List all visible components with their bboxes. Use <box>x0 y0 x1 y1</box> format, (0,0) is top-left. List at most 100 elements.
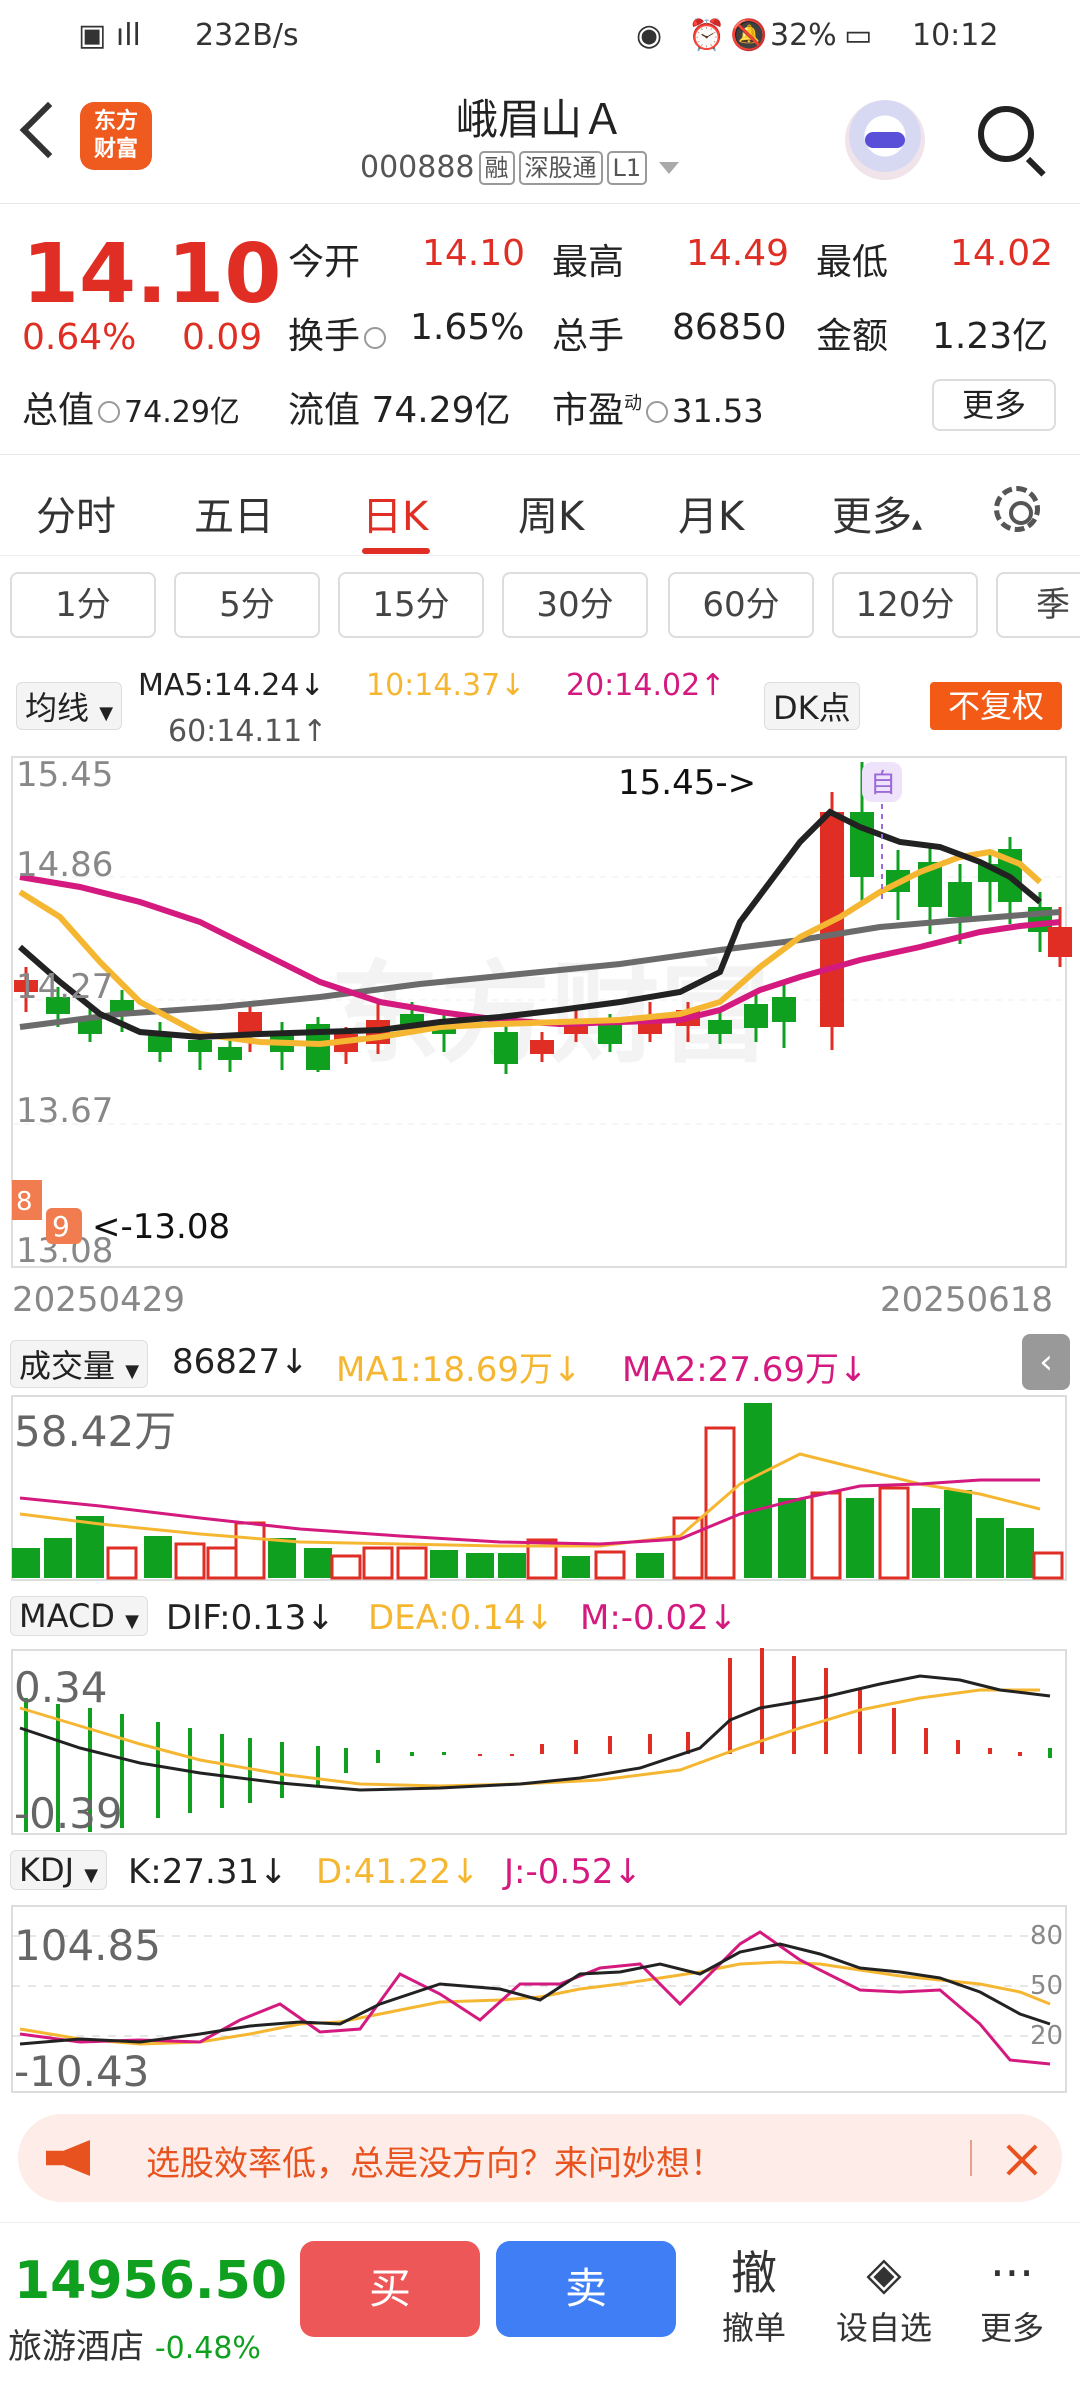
svg-text:8: 8 <box>16 1187 33 1217</box>
status-bar: ▣ ıll 232B/s ◉ ⏰ 🔕 32% ▭ 10:12 <box>0 0 1080 72</box>
macd-min-label: -0.39 <box>14 1789 123 1838</box>
info-icon[interactable] <box>364 327 387 349</box>
index-name: 旅游酒店 -0.48% <box>8 2327 261 2367</box>
tab-intraday[interactable]: 分时 <box>36 484 116 542</box>
tab-more[interactable]: 更多▴ <box>832 484 922 542</box>
volume-chart[interactable]: 58.42万 <box>0 1394 1080 1584</box>
period-15min[interactable]: 15分 <box>338 572 484 638</box>
high-label: 最高 <box>552 242 625 283</box>
float-cap: 流值 74.29亿 <box>288 390 511 431</box>
gear-icon[interactable] <box>994 486 1040 532</box>
dropdown-triangle-icon: ▼ <box>99 703 114 724</box>
stock-code: 000888 <box>360 150 475 185</box>
macd-dea: DEA:0.14↓ <box>368 1598 554 1638</box>
volume-ma2: MA2:27.69万↓ <box>622 1350 868 1390</box>
tab-weekly-k[interactable]: 周K <box>518 484 584 542</box>
connect-tag: 深股通 <box>518 150 603 185</box>
ma60-value: 60:14.11↑ <box>168 714 328 749</box>
macd-chart[interactable]: 0.34 -0.39 <box>0 1648 1080 1838</box>
volume-label: 总手 <box>552 316 625 357</box>
tab-daily-k[interactable]: 日K <box>362 484 428 542</box>
macd-m: M:-0.02↓ <box>580 1598 738 1638</box>
kdj-k-line <box>19 1942 1051 2046</box>
kdj-chart[interactable]: 104.85 -10.43 80 50 20 <box>0 1904 1080 2096</box>
kdj-ref-20: 20 <box>1030 2021 1063 2051</box>
kdj-d-line <box>19 1960 1051 2046</box>
diamond-icon: ◈ <box>866 2246 902 2300</box>
svg-text:9: 9 <box>52 1210 70 1243</box>
ma10-value: 10:14.37↓ <box>366 668 526 703</box>
more-button[interactable]: ··· 更多 <box>952 2243 1072 2349</box>
stock-subtitle[interactable]: 000888 融 深股通 L1 <box>360 150 680 185</box>
megaphone-icon <box>46 2140 90 2176</box>
dk-point-selector[interactable]: DK点 <box>764 682 860 730</box>
promo-banner[interactable]: 选股效率低，总是没方向？来问妙想！ <box>18 2114 1062 2202</box>
kdj-j: J:-0.52↓ <box>504 1852 642 1892</box>
active-tab-indicator <box>362 548 430 554</box>
change-percent: 0.64% <box>22 317 137 358</box>
period-30min[interactable]: 30分 <box>502 572 648 638</box>
index-value: 14956.50 <box>14 2251 288 2311</box>
buy-button[interactable]: 买 <box>300 2241 480 2337</box>
dropdown-triangle-icon: ▼ <box>125 1611 139 1632</box>
bottom-toolbar: 14956.50 旅游酒店 -0.48% 买 卖 撤 撤单 ◈ 设自选 ··· … <box>0 2222 1080 2400</box>
macd-selector[interactable]: MACD ▼ <box>10 1596 148 1636</box>
change-amount: 0.09 <box>182 317 263 358</box>
date-end-label: 20250618 <box>880 1280 1054 1320</box>
more-dots-icon: ··· <box>990 2246 1034 2300</box>
quote-panel: 14.10 0.64% 0.09 今开 14.10 最高 14.49 最低 14… <box>0 205 1080 455</box>
robot-assistant-icon[interactable] <box>845 100 925 180</box>
info-icon[interactable] <box>646 401 669 423</box>
ma-selector[interactable]: 均线 ▼ <box>16 682 123 730</box>
info-icon[interactable] <box>98 401 121 423</box>
min-price-marker: <-13.08 <box>92 1207 230 1247</box>
search-icon[interactable] <box>978 106 1034 162</box>
period-selector: 1分 5分 15分 30分 60分 120分 季 <box>0 572 1080 642</box>
add-watchlist-button[interactable]: ◈ 设自选 <box>824 2243 944 2349</box>
high-value: 14.49 <box>686 233 790 274</box>
period-120min[interactable]: 120分 <box>832 572 978 638</box>
battery-icon: ▭ <box>844 18 873 53</box>
more-quote-button[interactable]: 更多 <box>932 379 1056 431</box>
cancel-order-button[interactable]: 撤 撤单 <box>694 2243 814 2349</box>
macd-max-label: 0.34 <box>14 1663 108 1712</box>
battery-percent: 32% <box>770 18 837 53</box>
low-label: 最低 <box>816 242 889 283</box>
dea-line <box>19 1688 1040 1788</box>
sell-button[interactable]: 卖 <box>496 2241 676 2337</box>
close-icon[interactable] <box>1002 2140 1042 2180</box>
pe-ratio: 市盈动 31.53 <box>552 390 764 431</box>
kdj-ref-50: 50 <box>1030 1971 1063 2001</box>
kdj-selector[interactable]: KDJ ▼ <box>10 1850 108 1890</box>
promo-divider <box>970 2140 972 2176</box>
open-value: 14.10 <box>422 233 526 274</box>
caret-up-icon: ▴ <box>912 511 923 535</box>
chart-tabs: 分时 五日 日K 周K 月K 更多▴ <box>0 456 1080 556</box>
level-tag: L1 <box>606 150 648 185</box>
mktcap-label: 总值 74.29亿 <box>22 390 240 431</box>
y-label-4: 13.67 <box>16 1091 113 1131</box>
dropdown-triangle-icon: ▼ <box>84 1865 99 1886</box>
volume-value: 86827↓ <box>172 1342 309 1382</box>
volume-ma1: MA1:18.69万↓ <box>336 1350 582 1390</box>
ma5-value: MA5:14.24↓ <box>138 668 325 703</box>
period-5min[interactable]: 5分 <box>174 572 320 638</box>
kline-chart[interactable]: 东方财富 15.45 14.86 14.27 13.67 13.08 15.45… <box>0 752 1080 1274</box>
period-1min[interactable]: 1分 <box>10 572 156 638</box>
period-quarter[interactable]: 季 <box>996 572 1080 638</box>
kdj-ref-80: 80 <box>1030 1921 1063 1951</box>
amount-value: 1.23亿 <box>932 316 1049 357</box>
tab-five-day[interactable]: 五日 <box>194 484 274 542</box>
kdj-max-label: 104.85 <box>14 1921 161 1970</box>
dropdown-triangle-icon: ▼ <box>125 1361 140 1382</box>
tab-monthly-k[interactable]: 月K <box>678 484 744 542</box>
cancel-icon: 撤 <box>731 2246 777 2300</box>
adjust-button[interactable]: 不复权 <box>930 682 1062 730</box>
stock-header: 东方 财富 峨眉山Ａ 000888 融 深股通 L1 <box>0 72 1080 204</box>
period-60min[interactable]: 60分 <box>668 572 814 638</box>
collapse-panel-icon[interactable]: ‹ <box>1022 1334 1070 1390</box>
amount-label: 金额 <box>816 316 889 357</box>
volume-value: 86850 <box>672 307 787 348</box>
volume-selector[interactable]: 成交量 ▼ <box>10 1340 149 1388</box>
macd-dif: DIF:0.13↓ <box>166 1598 335 1638</box>
